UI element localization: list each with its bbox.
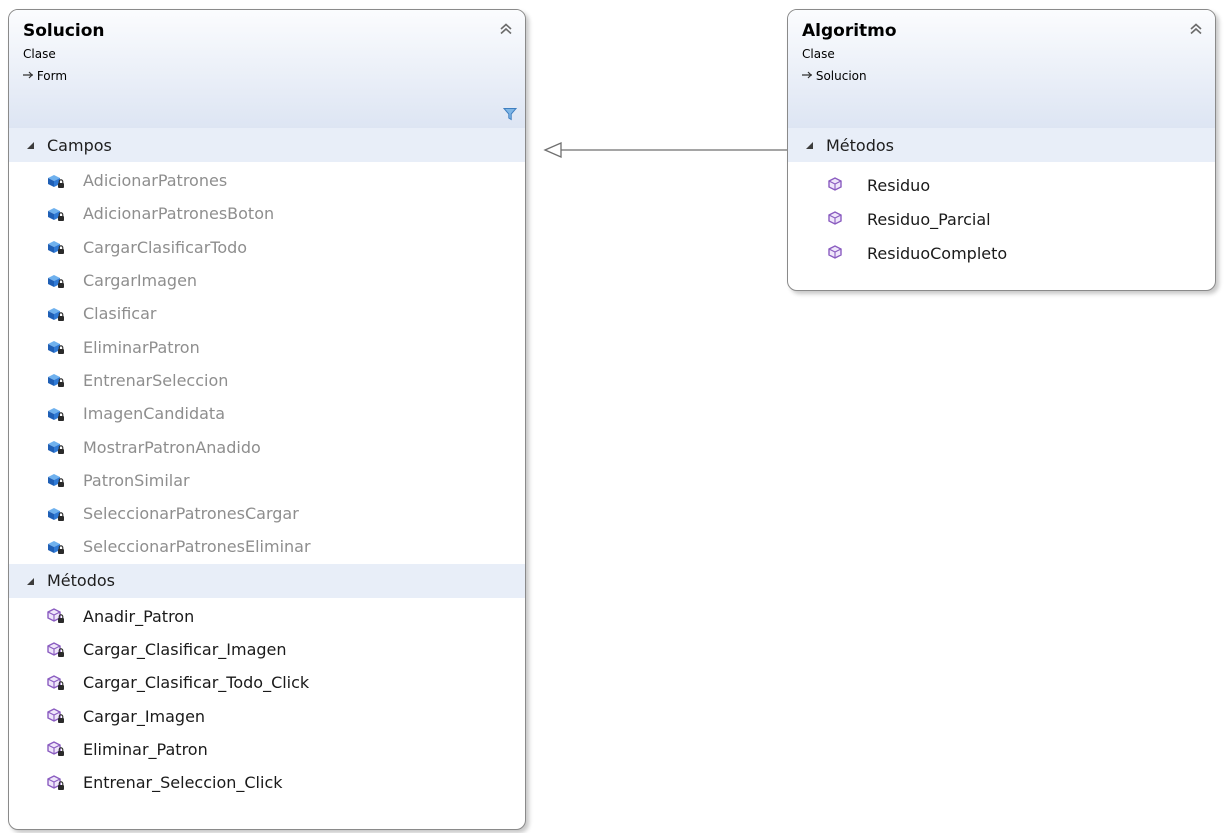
method-item[interactable]: Residuo_Parcial xyxy=(788,202,1215,236)
private-field-icon xyxy=(46,371,66,389)
field-item[interactable]: CargarClasificarTodo xyxy=(9,231,525,264)
private-field-icon xyxy=(46,305,66,323)
field-name: AdicionarPatronesBoton xyxy=(83,204,275,224)
section-methods[interactable]: Métodos xyxy=(9,563,525,598)
field-item[interactable]: EliminarPatron xyxy=(9,330,525,363)
method-item[interactable]: Eliminar_Patron xyxy=(9,733,525,766)
field-name: SeleccionarPatronesCargar xyxy=(83,504,299,524)
private-field-icon xyxy=(46,272,66,290)
class-kind: Clase xyxy=(23,47,56,61)
public-method-icon xyxy=(825,176,845,194)
arrow-inherits-icon xyxy=(802,70,812,80)
method-name: ResiduoCompleto xyxy=(867,243,1008,263)
base-class: Solucion xyxy=(802,68,1215,84)
section-label: Campos xyxy=(47,135,112,155)
base-class: Form xyxy=(23,68,525,84)
public-method-icon xyxy=(825,244,845,262)
public-method-icon xyxy=(825,210,845,228)
filter-icon[interactable] xyxy=(503,107,517,121)
method-item[interactable]: Cargar_Clasificar_Imagen xyxy=(9,633,525,666)
field-item[interactable]: SeleccionarPatronesCargar xyxy=(9,497,525,530)
triangle-expanded-icon xyxy=(25,575,37,587)
method-name: Cargar_Imagen xyxy=(83,706,206,726)
triangle-expanded-icon xyxy=(804,139,816,151)
class-name: Solucion xyxy=(23,21,105,41)
field-name: CargarClasificarTodo xyxy=(83,237,248,257)
field-name: SeleccionarPatronesEliminar xyxy=(83,537,311,557)
private-method-icon xyxy=(46,707,66,725)
class-box-solucion[interactable]: Solucion Clase Form Campos AdicionarPatr… xyxy=(8,9,526,830)
field-name: AdicionarPatrones xyxy=(83,171,228,191)
field-name: ImagenCandidata xyxy=(83,404,226,424)
method-name: Entrenar_Seleccion_Click xyxy=(83,773,283,793)
method-name: Cargar_Clasificar_Imagen xyxy=(83,640,287,659)
method-item[interactable]: Entrenar_Seleccion_Click xyxy=(9,766,525,799)
private-field-icon xyxy=(46,238,66,256)
section-fields[interactable]: Campos xyxy=(9,128,525,162)
fields-list: AdicionarPatrones AdicionarPatronesBoton… xyxy=(9,162,525,564)
method-name: Anadir_Patron xyxy=(83,606,195,626)
private-method-icon xyxy=(46,674,66,692)
field-item[interactable]: AdicionarPatrones xyxy=(9,164,525,197)
base-class-name: Form xyxy=(36,69,68,83)
base-class-name: Solucion xyxy=(815,69,867,83)
methods-list: Anadir_Patron Cargar_Clasificar_Imagen C… xyxy=(9,598,525,800)
field-item[interactable]: Clasificar xyxy=(9,297,525,330)
private-field-icon xyxy=(46,405,66,423)
arrow-inherits-icon xyxy=(23,70,33,80)
inheritance-arrowhead-icon xyxy=(543,142,562,158)
section-methods[interactable]: Métodos xyxy=(788,128,1215,162)
field-item[interactable]: SeleccionarPatronesEliminar xyxy=(9,530,525,563)
field-name: EliminarPatron xyxy=(83,337,200,357)
class-header[interactable]: Algoritmo Clase Solucion xyxy=(788,10,1215,128)
field-name: EntrenarSeleccion xyxy=(83,370,229,390)
section-label: Métodos xyxy=(47,571,115,591)
private-method-icon xyxy=(46,740,66,758)
private-method-icon xyxy=(46,607,66,625)
method-name: Residuo xyxy=(867,175,931,195)
method-item[interactable]: Residuo xyxy=(788,168,1215,202)
method-name: Residuo_Parcial xyxy=(867,209,991,229)
method-name: Cargar_Clasificar_Todo_Click xyxy=(83,673,310,693)
method-item[interactable]: Cargar_Imagen xyxy=(9,699,525,732)
field-item[interactable]: EntrenarSeleccion xyxy=(9,364,525,397)
field-name: MostrarPatronAnadido xyxy=(83,437,261,457)
field-name: Clasificar xyxy=(83,304,157,324)
field-item[interactable]: CargarImagen xyxy=(9,264,525,297)
field-item[interactable]: MostrarPatronAnadido xyxy=(9,430,525,463)
private-field-icon xyxy=(46,505,66,523)
triangle-expanded-icon xyxy=(25,139,37,151)
field-name: PatronSimilar xyxy=(83,470,190,490)
method-item[interactable]: Cargar_Clasificar_Todo_Click xyxy=(9,666,525,699)
private-field-icon xyxy=(46,205,66,223)
private-field-icon xyxy=(46,438,66,456)
class-header[interactable]: Solucion Clase Form xyxy=(9,10,525,128)
methods-list: Residuo Residuo_Parcial ResiduoCompleto xyxy=(788,162,1215,270)
field-item[interactable]: AdicionarPatronesBoton xyxy=(9,197,525,230)
class-name: Algoritmo xyxy=(802,21,897,41)
private-field-icon xyxy=(46,338,66,356)
private-field-icon xyxy=(46,538,66,556)
field-item[interactable]: PatronSimilar xyxy=(9,464,525,497)
private-field-icon xyxy=(46,172,66,190)
double-chevron-up-icon[interactable] xyxy=(499,22,513,36)
class-box-algoritmo[interactable]: Algoritmo Clase Solucion Métodos Residuo… xyxy=(787,9,1216,291)
field-name: CargarImagen xyxy=(83,271,198,291)
private-field-icon xyxy=(46,471,66,489)
class-kind: Clase xyxy=(802,47,835,61)
section-label: Métodos xyxy=(826,135,894,155)
method-name: Eliminar_Patron xyxy=(83,739,208,759)
field-item[interactable]: ImagenCandidata xyxy=(9,397,525,430)
private-method-icon xyxy=(46,774,66,792)
method-item[interactable]: Anadir_Patron xyxy=(9,600,525,633)
method-item[interactable]: ResiduoCompleto xyxy=(788,236,1215,270)
double-chevron-up-icon[interactable] xyxy=(1189,22,1203,36)
private-method-icon xyxy=(46,641,66,659)
